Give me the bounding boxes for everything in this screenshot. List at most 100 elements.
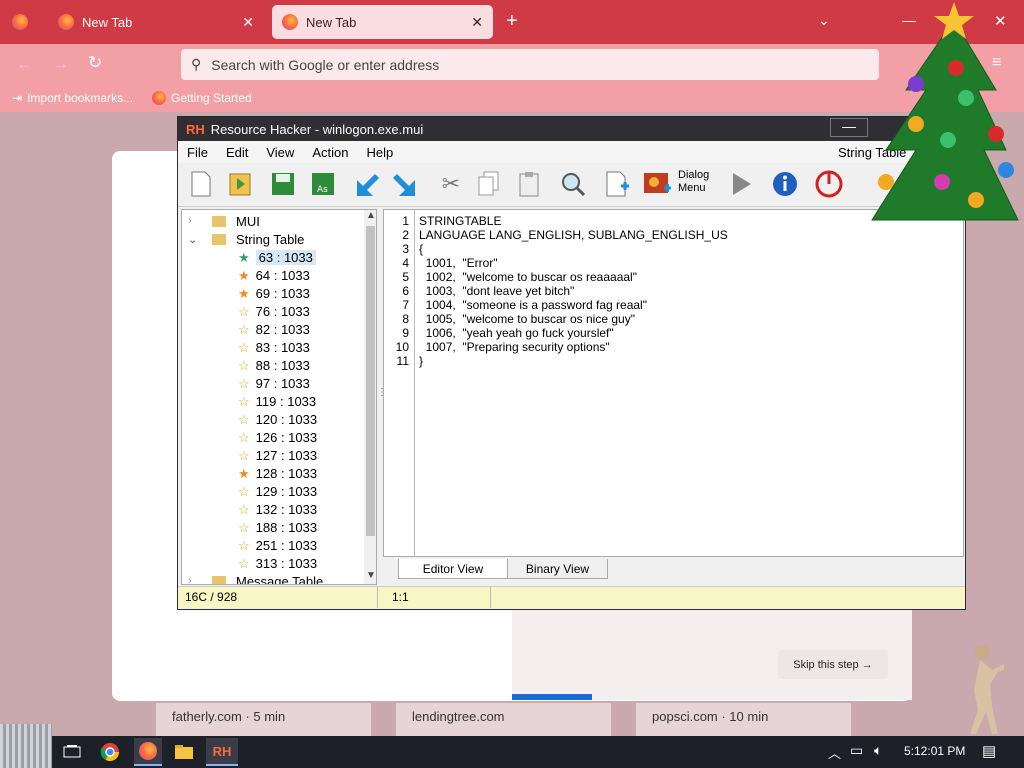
tree-scrollbar[interactable]: ▲ ▼ [364, 210, 376, 584]
browser-tab-1[interactable]: New Tab ✕ [48, 5, 264, 39]
reload-icon[interactable]: ↻ [88, 53, 102, 73]
network-icon[interactable]: ▭ [850, 742, 863, 759]
tree-label: 83 : 1033 [255, 339, 310, 355]
tree-item[interactable]: ★ 128 : 1033 [238, 464, 317, 482]
forward-arrow-icon[interactable] [388, 167, 422, 201]
tab-editor-view[interactable]: Editor View [398, 559, 508, 579]
search-icon: ⚲ [191, 56, 202, 72]
star-icon: ☆ [238, 411, 250, 427]
tree-item[interactable]: ☆ 188 : 1033 [238, 518, 317, 536]
star-icon: ☆ [238, 357, 250, 373]
chevron-up-icon[interactable]: ︿ [828, 743, 841, 762]
compile-run-icon[interactable] [724, 167, 758, 201]
volume-icon[interactable]: 🔈︎ [874, 742, 882, 759]
chevron-down-icon[interactable]: ⌄ [188, 233, 202, 246]
folder-icon [212, 575, 226, 584]
tree-item[interactable]: ☆ 83 : 1033 [238, 338, 310, 356]
back-arrow-icon[interactable] [350, 167, 384, 201]
menu-view[interactable]: View [257, 145, 303, 160]
scroll-down-icon[interactable]: ▼ [366, 570, 376, 581]
tree-item[interactable]: ☆ 132 : 1033 [238, 500, 317, 518]
toolbar: As ✂ Dialog Menu [178, 163, 965, 207]
tree-node-mui[interactable]: › MUI [188, 212, 260, 230]
bookmark-label: Import bookmarks... [27, 91, 134, 105]
tree-item[interactable]: ☆ 82 : 1033 [238, 320, 310, 338]
tree-item[interactable]: ☆ 88 : 1033 [238, 356, 310, 374]
exit-power-icon[interactable] [812, 167, 846, 201]
file-explorer-icon[interactable] [172, 740, 196, 764]
tree-label: 251 : 1033 [255, 537, 318, 553]
tree-label: 128 : 1033 [255, 465, 318, 481]
editor-text[interactable]: STRINGTABLE LANGUAGE LANG_ENGLISH, SUBLA… [419, 214, 728, 368]
tree-item[interactable]: ☆ 97 : 1033 [238, 374, 310, 392]
address-bar[interactable]: ⚲ Search with Google or enter address [181, 49, 879, 80]
tree-item[interactable]: ☆ 313 : 1033 [238, 554, 317, 572]
add-image-icon[interactable] [640, 167, 674, 201]
open-file-icon[interactable] [224, 167, 258, 201]
tree-item[interactable]: ★ 64 : 1033 [238, 266, 310, 284]
scroll-up-icon[interactable]: ▲ [366, 210, 376, 221]
cut-icon[interactable]: ✂ [434, 167, 468, 201]
info-icon[interactable] [768, 167, 802, 201]
clock[interactable]: 5:12:01 PM [904, 744, 965, 758]
windows-taskbar: RH ︿ ▭ 🔈︎ 5:12:01 PM ▤ [0, 724, 1024, 768]
back-icon[interactable]: ← [16, 54, 33, 74]
tree-label: 127 : 1033 [255, 447, 318, 463]
chevron-right-icon[interactable]: › [188, 575, 202, 584]
firefox-taskbar-icon[interactable] [134, 738, 162, 766]
menu-file[interactable]: File [178, 145, 217, 160]
close-icon[interactable]: ✕ [242, 14, 254, 31]
skip-step-button[interactable]: Skip this step → [778, 650, 888, 679]
bookmark-getting-started[interactable]: Getting Started [152, 91, 252, 105]
bookmark-import[interactable]: ⇥ Import bookmarks... [12, 91, 133, 105]
tree-item[interactable]: ☆ 76 : 1033 [238, 302, 310, 320]
chrome-icon[interactable] [98, 740, 122, 764]
tree-item[interactable]: ☆ 126 : 1033 [238, 428, 317, 446]
new-tab-icon[interactable]: + [506, 10, 518, 33]
tree-item[interactable]: ★ 69 : 1033 [238, 284, 310, 302]
dialog-menu-icon[interactable]: Dialog Menu [678, 169, 714, 195]
menu-help[interactable]: Help [357, 145, 402, 160]
script-editor[interactable]: 1 2 3 4 5 6 7 8 9 10 11 STRINGTABLE LANG… [383, 209, 964, 557]
chevron-down-icon[interactable]: ⌄ [818, 12, 830, 29]
tree-label: 129 : 1033 [255, 483, 318, 499]
tree-label: 120 : 1033 [255, 411, 318, 427]
chevron-right-icon[interactable]: › [188, 215, 202, 227]
tab-binary-view[interactable]: Binary View [508, 559, 608, 579]
resource-hacker-window: RH Resource Hacker - winlogon.exe.mui — … [177, 116, 966, 610]
close-icon[interactable]: ✕ [471, 14, 483, 31]
tree-item[interactable]: ☆ 120 : 1033 [238, 410, 317, 428]
scrollbar-thumb[interactable] [366, 226, 375, 536]
new-file-icon[interactable] [184, 167, 218, 201]
resource-hacker-taskbar-icon[interactable]: RH [206, 738, 238, 766]
find-icon[interactable] [556, 167, 590, 201]
tree-item[interactable]: ★ 63 : 1033 [238, 248, 316, 266]
tree-label: 188 : 1033 [255, 519, 318, 535]
tree-item[interactable]: ☆ 251 : 1033 [238, 536, 317, 554]
browser-tab-2[interactable]: New Tab ✕ [272, 5, 493, 39]
rh-logo: RH [186, 121, 205, 137]
save-icon[interactable] [266, 167, 300, 201]
tree-item[interactable]: ☆ 129 : 1033 [238, 482, 317, 500]
notification-icon[interactable]: ▤ [982, 742, 996, 760]
christmas-tree-decoration [871, 2, 1019, 221]
line-numbers: 1 2 3 4 5 6 7 8 9 10 11 [384, 210, 415, 556]
copy-icon[interactable] [472, 167, 506, 201]
menu-edit[interactable]: Edit [217, 145, 257, 160]
menu-action[interactable]: Action [303, 145, 357, 160]
paste-icon[interactable] [512, 167, 546, 201]
tree-item[interactable]: ☆ 119 : 1033 [238, 392, 316, 410]
resource-tree[interactable]: › MUI ⌄ String Table ★ 63 : 1033 ★ 64 : 10… [181, 209, 377, 585]
status-divider [377, 587, 378, 608]
add-resource-icon[interactable] [600, 167, 634, 201]
window-title: Resource Hacker - winlogon.exe.mui [210, 121, 424, 137]
save-as-icon[interactable]: As [306, 167, 340, 201]
tree-node-string-table[interactable]: ⌄ String Table [188, 230, 304, 248]
task-view-icon[interactable] [60, 740, 84, 764]
thumbnail-preview[interactable] [0, 724, 52, 768]
tree-item[interactable]: ☆ 127 : 1033 [238, 446, 317, 464]
tree-node-message-table[interactable]: › Message Table [188, 572, 323, 584]
firefox-logo-icon[interactable] [12, 14, 28, 30]
minimize-button[interactable]: — [830, 118, 868, 137]
forward-icon[interactable]: → [52, 54, 69, 74]
